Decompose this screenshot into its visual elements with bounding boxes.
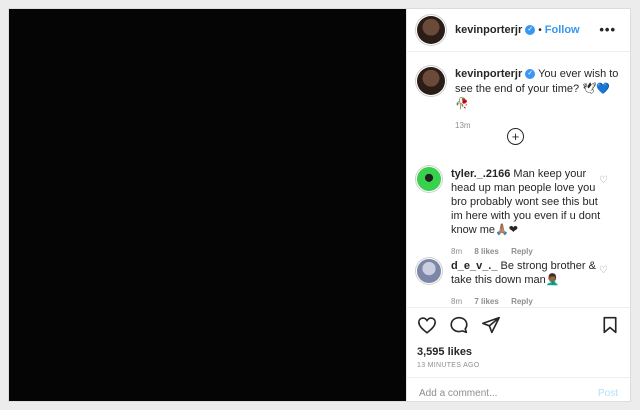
author-username[interactable]: kevinporterjr: [455, 24, 522, 36]
comment-icon[interactable]: [449, 316, 469, 334]
comment-username[interactable]: d_e_v_._: [451, 260, 497, 272]
header-info: kevinporterjr ✓ • Follow: [455, 24, 580, 36]
commenter-avatar[interactable]: [417, 259, 441, 283]
follow-button[interactable]: Follow: [545, 24, 580, 36]
comment-meta: 8m 8 likes Reply: [451, 245, 601, 259]
reply-button[interactable]: Reply: [511, 247, 533, 256]
author-avatar[interactable]: [417, 16, 445, 44]
post-dialog: kevinporterjr ✓ • Follow ••• kevinporter…: [8, 8, 631, 402]
caption-body: kevinporterjr ✓ You ever wish to see the …: [455, 67, 620, 133]
caption-age: 13m: [455, 121, 471, 130]
caption-username[interactable]: kevinporterjr: [455, 68, 522, 80]
commenter-avatar[interactable]: [417, 167, 441, 191]
like-comment-icon[interactable]: ♡: [599, 265, 608, 276]
load-more-comments-icon[interactable]: +: [507, 128, 524, 145]
comment-body: d_e_v_._ Be strong brother & take this d…: [451, 259, 601, 309]
comment-body: tyler._.2166 Man keep your head up man p…: [451, 167, 601, 259]
comment-input[interactable]: [417, 386, 598, 400]
likes-count[interactable]: 3,595 likes: [417, 346, 472, 358]
comment-likes[interactable]: 7 likes: [474, 297, 498, 306]
comment-username[interactable]: tyler._.2166: [451, 168, 510, 180]
post-media[interactable]: [9, 9, 406, 401]
comment-item: tyler._.2166 Man keep your head up man p…: [417, 167, 620, 259]
like-comment-icon[interactable]: ♡: [599, 175, 608, 186]
verified-icon: ✓: [525, 25, 536, 35]
comment-item: d_e_v_._ Be strong brother & take this d…: [417, 259, 620, 309]
post-sidebar: kevinporterjr ✓ • Follow ••• kevinporter…: [406, 9, 630, 401]
reply-button[interactable]: Reply: [511, 297, 533, 306]
action-icons: [417, 316, 501, 334]
comment-age: 8m: [451, 297, 463, 306]
separator-dot: •: [538, 24, 542, 36]
add-comment-bar: Post: [407, 377, 630, 408]
comment-likes[interactable]: 8 likes: [474, 247, 498, 256]
post-button[interactable]: Post: [598, 388, 618, 399]
verified-icon: ✓: [525, 69, 536, 80]
post-timestamp: 13 MINUTES AGO: [417, 362, 480, 369]
action-bar: 3,595 likes 13 MINUTES AGO Post: [407, 307, 630, 408]
bookmark-icon[interactable]: [602, 316, 618, 334]
comment-age: 8m: [451, 247, 463, 256]
share-icon[interactable]: [481, 316, 501, 334]
post-header: kevinporterjr ✓ • Follow •••: [407, 9, 630, 52]
caption-avatar[interactable]: [417, 67, 445, 95]
more-options-icon[interactable]: •••: [599, 22, 616, 37]
caption: kevinporterjr ✓ You ever wish to see the …: [417, 67, 620, 133]
heart-icon[interactable]: [417, 316, 437, 334]
